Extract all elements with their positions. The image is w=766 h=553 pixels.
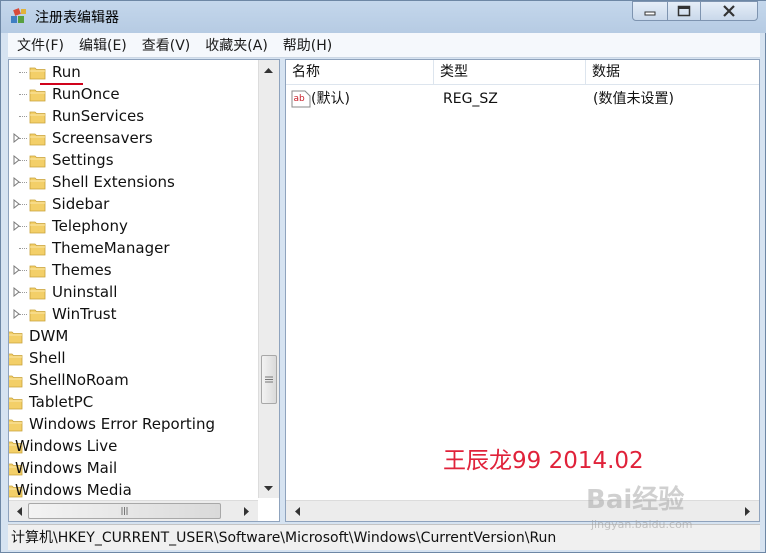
folder-icon [9,397,23,409]
menu-bar: 文件(F) 编辑(E) 查看(V) 收藏夹(A) 帮助(H) [8,33,760,58]
scroll-up-arrow[interactable] [260,61,277,78]
arrow-up-icon [264,67,273,73]
tree-guide-line [19,94,27,95]
minimize-icon [644,11,656,16]
close-button[interactable] [700,1,758,21]
minimize-button[interactable] [632,1,668,21]
tree-item-label: WinTrust [52,305,117,323]
tree-item-label: Screensavers [52,129,153,147]
menu-view[interactable]: 查看(V) [142,35,191,55]
folder-icon [29,133,46,145]
expand-arrow-icon[interactable] [13,309,21,319]
folder-icon [29,89,46,101]
value-type: REG_SZ [443,91,498,107]
tree-item-label: Settings [52,151,114,169]
value-data: (数值未设置) [593,91,674,107]
folder-icon [29,155,46,167]
string-value-icon-text: ab [294,94,306,104]
maximize-button[interactable] [667,1,701,21]
tree-guide-line [19,72,27,73]
arrow-left-icon [294,507,300,516]
window-title: 注册表编辑器 [35,10,119,26]
baidu-jingyan-watermark: Bai经验 [586,485,685,515]
tree-item-label: Uninstall [52,283,118,301]
author-watermark: 王辰龙99 2014.02 [443,448,644,474]
tree-item-label: Telephony [52,217,128,235]
folder-icon [9,331,23,343]
tree-item-label: Themes [52,261,112,279]
registry-editor-window: 注册表编辑器 文件(F) 编辑(E) 查看(V) 收藏夹(A) 帮助(H) Ru… [0,0,766,553]
expand-arrow-icon[interactable] [13,177,21,187]
expand-arrow-icon[interactable] [13,133,21,143]
menu-file[interactable]: 文件(F) [17,35,64,55]
list-row[interactable]: ab (默认) REG_SZ (数值未设置) [286,88,759,110]
tree-guide-line [19,116,27,117]
tree-guide-line [19,248,27,249]
list-header: 名称 类型 数据 [286,60,759,85]
value-name: (默认) [311,91,350,107]
tree-item-label: Windows Media [15,481,132,499]
menu-favorites[interactable]: 收藏夹(A) [205,35,268,55]
tree-item-label: Shell Extensions [52,173,175,191]
folder-icon [29,177,46,189]
expand-arrow-icon[interactable] [13,199,21,209]
column-header-type[interactable]: 类型 [434,60,586,85]
tree-item-label: Run [40,63,83,85]
scroll-thumb[interactable] [261,355,277,404]
scroll-left-arrow[interactable] [10,503,27,520]
folder-icon [29,243,46,255]
expand-arrow-icon[interactable] [13,155,21,165]
folder-icon [9,353,23,365]
tree-item-label: ThemeManager [52,239,170,257]
tree-item-label: Sidebar [52,195,110,213]
close-icon [723,5,735,17]
folder-icon [29,67,46,79]
key-tree-pane[interactable]: Run RunOnce RunServices Screensavers Setting… [8,59,280,522]
folder-icon [29,287,46,299]
column-header-data[interactable]: 数据 [586,60,759,85]
tree-item-label: Windows Error Reporting [29,415,215,433]
tree-item-label: RunServices [52,107,145,125]
folder-icon [29,265,46,277]
folder-icon [29,309,46,321]
expand-arrow-icon[interactable] [13,265,21,275]
tree-item-label: Shell [29,349,66,367]
baidu-url-watermark: jingyan.baidu.com [591,518,693,531]
tree-vertical-scrollbar[interactable] [258,60,279,498]
folder-icon [9,419,23,431]
folder-icon [29,111,46,123]
tree-item-label: Windows Mail [15,459,118,477]
grip-icon [265,376,273,383]
expand-arrow-icon[interactable] [13,221,21,231]
arrow-right-icon [243,507,249,516]
tree-horizontal-scrollbar[interactable] [9,500,258,521]
grip-icon [121,507,128,515]
string-value-icon: ab [291,90,311,108]
menu-help[interactable]: 帮助(H) [283,35,332,55]
h-scroll-thumb[interactable] [28,503,221,519]
maximize-icon [677,5,691,17]
title-bar[interactable]: 注册表编辑器 [1,1,766,33]
folder-icon [29,199,46,211]
expand-arrow-icon[interactable] [13,287,21,297]
arrow-down-icon [264,485,273,491]
scroll-left-arrow[interactable] [288,503,305,520]
tree-item-label: ShellNoRoam [29,371,129,389]
scroll-down-arrow[interactable] [260,480,277,497]
tree-item-label: RunOnce [52,85,120,103]
tree-item-label: DWM [29,327,69,345]
tree-item-label: Windows Live [15,437,118,455]
folder-icon [29,221,46,233]
column-header-name[interactable]: 名称 [286,60,434,85]
tree-item-label: TabletPC [29,393,94,411]
scroll-right-arrow[interactable] [238,503,255,520]
folder-icon [9,375,23,387]
regedit-app-icon [11,8,26,23]
arrow-left-icon [16,507,22,516]
menu-edit[interactable]: 编辑(E) [79,35,127,55]
